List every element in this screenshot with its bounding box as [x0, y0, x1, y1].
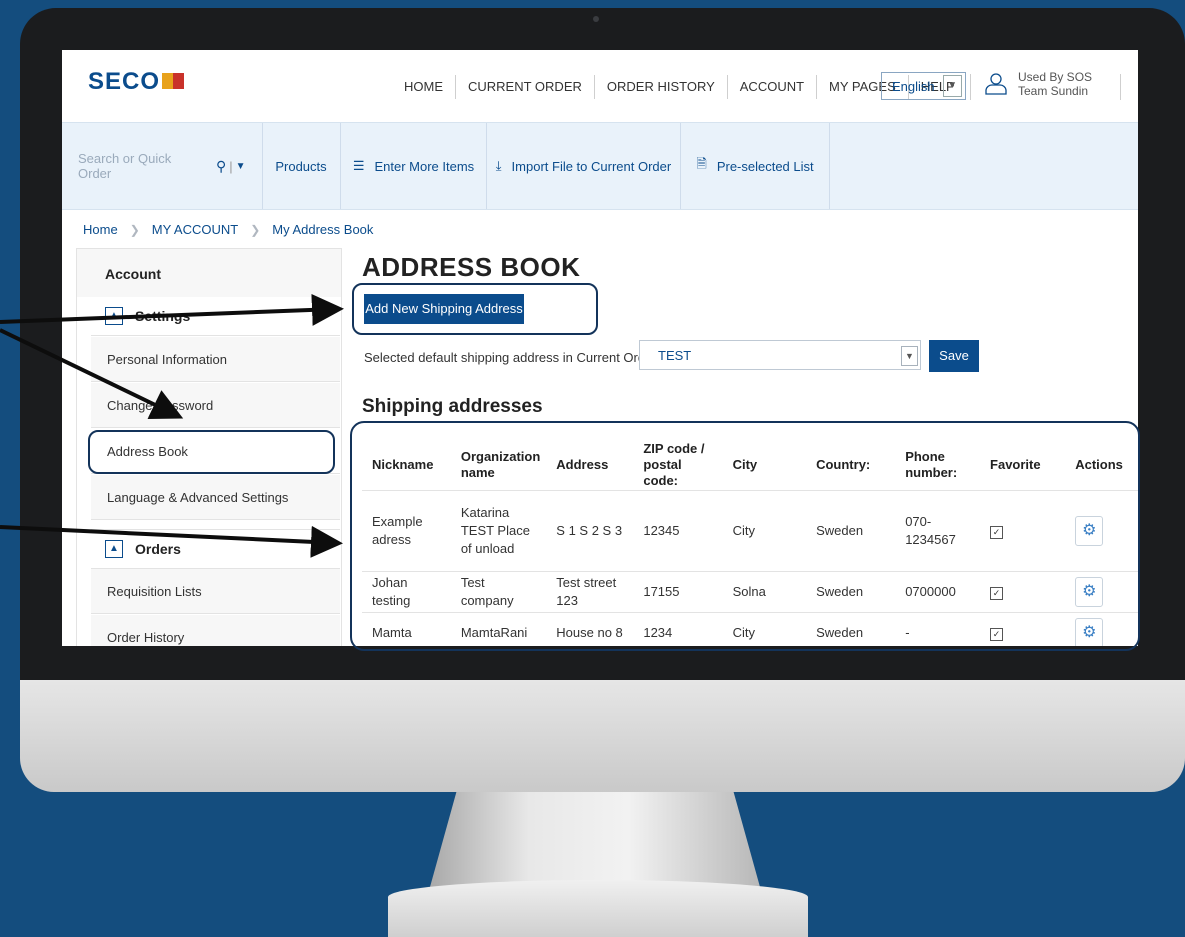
- sidebar-item-personal-information[interactable]: Personal Information: [91, 337, 340, 382]
- divider: [970, 74, 971, 100]
- chevron-down-icon[interactable]: ▼: [236, 161, 246, 172]
- search-input[interactable]: Search or Quick Order: [62, 151, 208, 181]
- breadcrumb-home[interactable]: Home: [83, 222, 118, 237]
- sidebar-section-label: Orders: [135, 541, 181, 557]
- breadcrumb-address-book: My Address Book: [272, 222, 374, 237]
- nav-order-history[interactable]: ORDER HISTORY: [593, 75, 727, 99]
- chevron-down-icon: ▼: [942, 75, 962, 97]
- preselected-list-label: Pre-selected List: [716, 158, 814, 174]
- sidebar-item-language-settings[interactable]: Language & Advanced Settings: [91, 475, 340, 520]
- nav-home[interactable]: HOME: [392, 75, 455, 99]
- toolbar: Search or Quick Order ⚲ | ▼ Products ☰ E…: [62, 122, 1138, 210]
- sidebar-item-requisition-lists[interactable]: Requisition Lists: [91, 569, 340, 614]
- sidebar-section-settings[interactable]: ▲ Settings: [91, 297, 340, 336]
- nav-current-order[interactable]: CURRENT ORDER: [455, 75, 594, 99]
- chevron-right-icon: ❯: [250, 222, 261, 237]
- chevron-right-icon: ❯: [129, 222, 140, 237]
- default-address-label: Selected default shipping address in Cur…: [364, 350, 661, 365]
- user-name: Used By SOS: [1018, 70, 1093, 84]
- default-address-value: TEST: [658, 348, 692, 363]
- collapse-icon: ▲: [105, 307, 123, 325]
- user-team: Team Sundin: [1018, 84, 1089, 98]
- products-label: Products: [275, 158, 327, 174]
- monitor-stand-base: [388, 880, 808, 937]
- nav-account[interactable]: ACCOUNT: [726, 75, 816, 99]
- collapse-icon: ▲: [105, 540, 123, 558]
- language-value: English: [892, 78, 935, 94]
- page-title: ADDRESS BOOK: [362, 252, 581, 282]
- document-icon: 🗎: [696, 156, 707, 171]
- import-file-button[interactable]: ⤓ Import File to Current Order: [487, 123, 681, 209]
- top-bar: SECO HOME CURRENT ORDER ORDER HISTORY AC…: [62, 50, 1138, 122]
- import-file-label: Import File to Current Order: [511, 158, 672, 174]
- sidebar-heading: Account: [77, 249, 341, 297]
- search-box[interactable]: Search or Quick Order ⚲ | ▼: [62, 123, 263, 209]
- download-icon: ⤓: [495, 158, 502, 173]
- camera-dot: [593, 16, 599, 22]
- seco-logo[interactable]: SECO: [88, 68, 185, 96]
- user-menu[interactable]: Used By SOS Team Sundin: [984, 70, 1092, 98]
- sidebar-section-orders[interactable]: ▲ Orders: [91, 529, 340, 569]
- sidebar-item-change-password[interactable]: Change Password: [91, 383, 340, 428]
- divider: [1120, 74, 1121, 100]
- search-icon[interactable]: ⚲: [216, 158, 226, 175]
- monitor-chin: [20, 680, 1185, 792]
- list-icon: ☰: [352, 158, 365, 173]
- monitor-frame: SECO HOME CURRENT ORDER ORDER HISTORY AC…: [0, 0, 1185, 937]
- sidebar-item-order-history[interactable]: Order History: [91, 615, 340, 646]
- enter-more-items-label: Enter More Items: [374, 158, 475, 174]
- user-icon: [985, 73, 1007, 95]
- save-button[interactable]: Save: [929, 340, 979, 372]
- chevron-down-icon: ▼: [901, 346, 918, 366]
- preselected-list-button[interactable]: 🗎 Pre-selected List: [681, 123, 830, 209]
- sidebar-section-label: Settings: [135, 308, 191, 324]
- shipping-addresses-heading: Shipping addresses: [362, 396, 543, 417]
- default-address-select[interactable]: TEST ▼: [639, 340, 921, 370]
- monitor-stand: [430, 792, 760, 887]
- highlight-address-table: [350, 421, 1140, 651]
- highlight-add-button: [352, 283, 598, 335]
- enter-more-items-button[interactable]: ☰ Enter More Items: [341, 123, 487, 209]
- breadcrumb-my-account[interactable]: MY ACCOUNT: [152, 222, 238, 237]
- highlight-address-book: [88, 430, 335, 474]
- products-button[interactable]: Products: [262, 123, 341, 209]
- language-select[interactable]: English ▼: [881, 72, 966, 100]
- breadcrumb: Home ❯ MY ACCOUNT ❯ My Address Book: [83, 222, 373, 237]
